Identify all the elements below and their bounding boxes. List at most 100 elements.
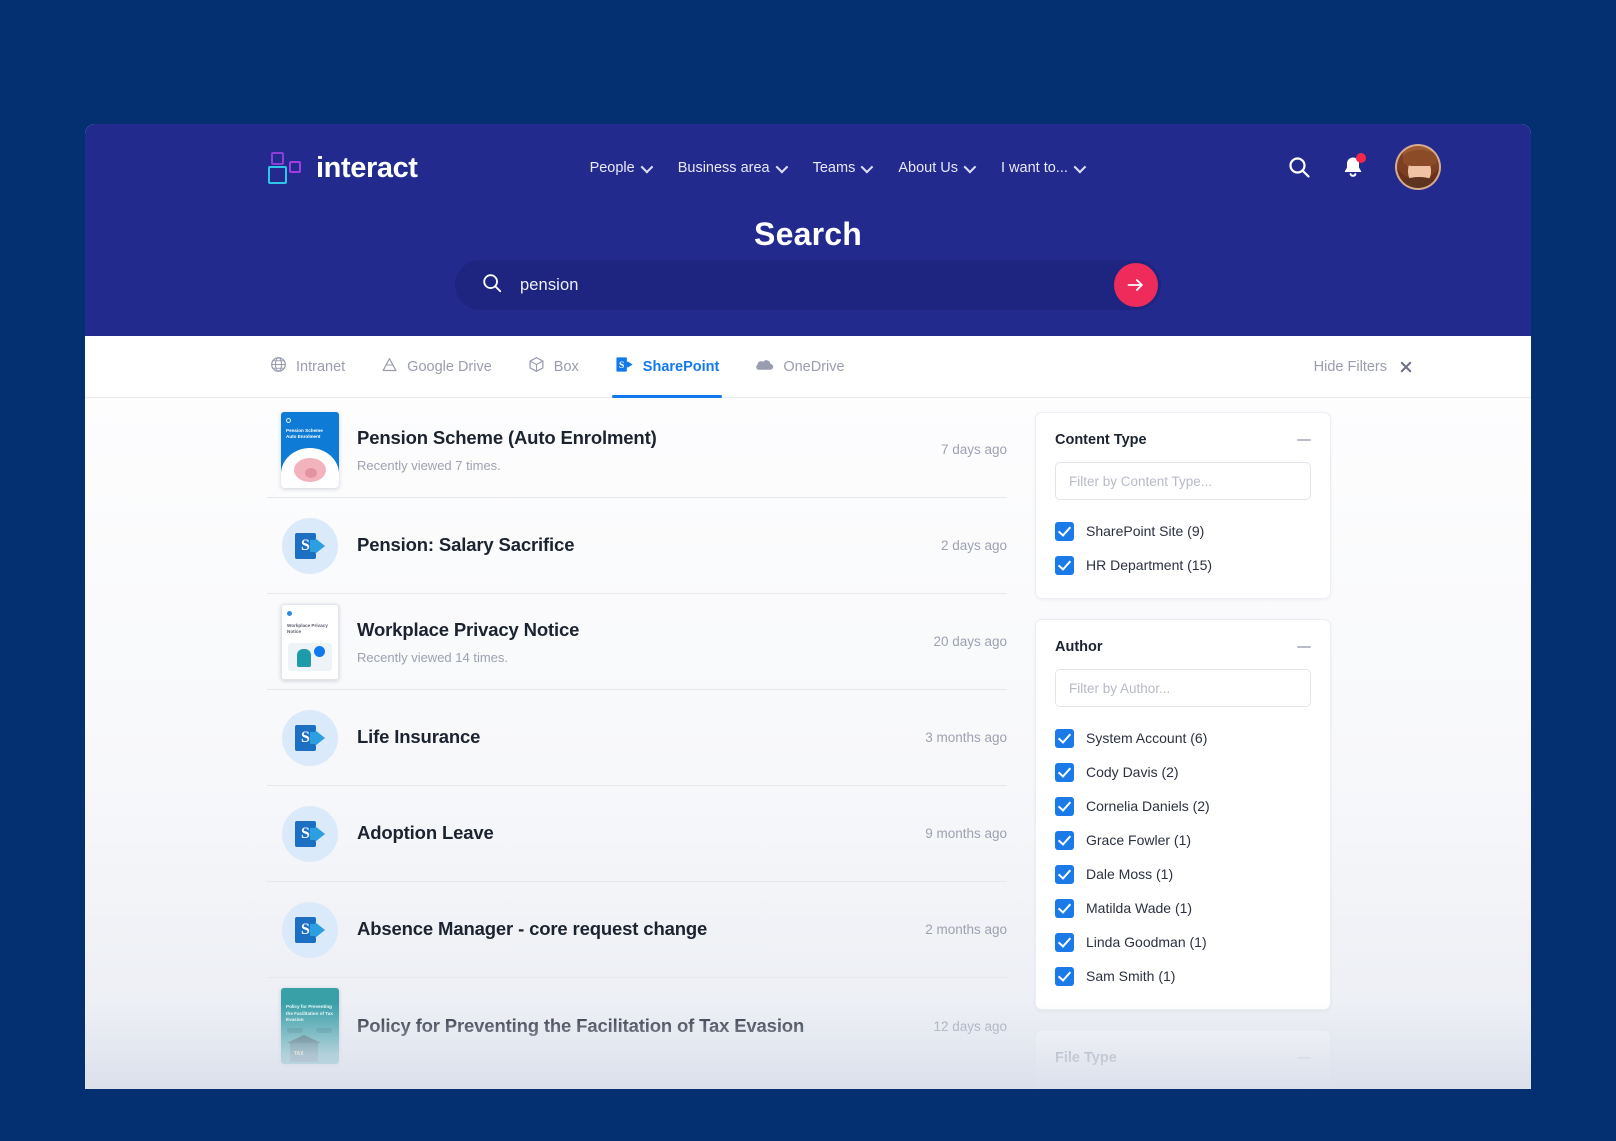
sharepoint-icon: S — [282, 709, 338, 766]
nav-item-label: Business area — [677, 160, 770, 176]
collapse-minus-icon[interactable] — [1297, 439, 1311, 441]
result-content: Pension: Salary Sacrifice — [353, 533, 927, 557]
filter-option-label: Sam Smith (1) — [1086, 968, 1176, 984]
filter-card-file-type: File Type — [1035, 1030, 1331, 1089]
filter-file-type-input[interactable] — [1055, 1080, 1311, 1089]
nav-item-people[interactable]: People — [590, 160, 653, 176]
brand-logo[interactable]: interact — [268, 152, 418, 185]
result-item[interactable]: S Absence Manager - core request change … — [267, 882, 1007, 978]
filter-option[interactable]: Cody Davis (2) — [1055, 755, 1311, 789]
result-thumbnail: S — [267, 709, 353, 766]
result-title: Pension Scheme (Auto Enrolment) — [357, 427, 657, 449]
collapse-minus-icon[interactable] — [1297, 1057, 1311, 1059]
results-list: Pension Scheme Auto Enrolment Pension Sc… — [267, 398, 1007, 1089]
tab-label: OneDrive — [783, 358, 845, 375]
filter-option[interactable]: SharePoint Site (9) — [1055, 514, 1311, 548]
filter-option-label: Linda Goodman (1) — [1086, 934, 1207, 950]
checkbox-checked-icon[interactable] — [1055, 830, 1074, 850]
globe-icon — [270, 356, 287, 377]
result-item[interactable]: Pension Scheme Auto Enrolment Pension Sc… — [267, 402, 1007, 498]
search-input-icon — [481, 272, 503, 299]
filter-option-label: SharePoint Site (9) — [1086, 523, 1205, 539]
filter-title: File Type — [1055, 1050, 1117, 1066]
nav-item-label: Teams — [812, 160, 856, 176]
result-content: Absence Manager - core request change — [353, 917, 911, 941]
filter-options: System Account (6) Cody Davis (2) Cornel… — [1055, 721, 1311, 993]
interact-logo-icon — [268, 152, 302, 184]
checkbox-checked-icon[interactable] — [1055, 796, 1074, 816]
result-date: 3 months ago — [925, 730, 1007, 745]
sharepoint-icon: S — [282, 901, 338, 958]
user-avatar[interactable] — [1395, 144, 1441, 190]
checkbox-checked-icon[interactable] — [1055, 932, 1074, 952]
main-navigation: People Business area Teams About Us I wa… — [590, 160, 1087, 176]
notifications-bell-icon[interactable] — [1341, 152, 1366, 180]
filter-option[interactable]: Grace Fowler (1) — [1055, 823, 1311, 857]
page-title: Search — [754, 216, 862, 252]
search-input-value[interactable]: pension — [520, 276, 579, 295]
tab-label: Google Drive — [407, 358, 492, 375]
filter-option[interactable]: Sam Smith (1) — [1055, 959, 1311, 993]
collapse-minus-icon[interactable] — [1297, 646, 1311, 648]
result-thumbnail: S — [267, 517, 353, 574]
nav-item-teams[interactable]: Teams — [812, 160, 874, 176]
chevron-down-icon — [860, 160, 874, 173]
tab-intranet[interactable]: Intranet — [267, 336, 348, 397]
nav-item-label: About Us — [898, 160, 958, 176]
privacy-illustration — [288, 642, 332, 671]
onedrive-icon — [755, 358, 774, 376]
checkbox-checked-icon[interactable] — [1055, 898, 1074, 918]
search-submit-button[interactable] — [1114, 263, 1158, 307]
checkbox-checked-icon[interactable] — [1055, 762, 1074, 782]
filter-option[interactable]: Cornelia Daniels (2) — [1055, 789, 1311, 823]
chevron-down-icon — [1073, 160, 1087, 173]
result-date: 20 days ago — [933, 634, 1007, 649]
close-icon — [1399, 360, 1413, 374]
filter-author-input[interactable] — [1055, 669, 1311, 707]
result-item[interactable]: S Life Insurance 3 months ago — [267, 690, 1007, 786]
filter-option-label: Cornelia Daniels (2) — [1086, 798, 1210, 814]
hide-filters-button[interactable]: Hide Filters — [1314, 359, 1413, 375]
result-date: 2 days ago — [940, 538, 1007, 553]
thumbnail-text: Policy for Preventing the Facilitation o… — [286, 1004, 333, 1023]
checkbox-checked-icon[interactable] — [1055, 728, 1074, 748]
search-results-body: Pension Scheme Auto Enrolment Pension Sc… — [85, 398, 1531, 1089]
result-item[interactable]: S Adoption Leave 9 months ago — [267, 786, 1007, 882]
tab-label: SharePoint — [642, 358, 720, 375]
tab-box[interactable]: Box — [525, 336, 582, 397]
checkbox-checked-icon[interactable] — [1055, 521, 1074, 541]
tab-label: Box — [553, 358, 579, 375]
filter-option[interactable]: Matilda Wade (1) — [1055, 891, 1311, 925]
filter-option[interactable]: HR Department (15) — [1055, 548, 1311, 582]
filter-option-label: Cody Davis (2) — [1086, 764, 1179, 780]
checkbox-checked-icon[interactable] — [1055, 966, 1074, 986]
search-icon[interactable] — [1287, 155, 1311, 179]
search-input-container[interactable]: pension — [455, 260, 1161, 310]
result-title: Absence Manager - core request change — [357, 918, 708, 940]
filter-option[interactable]: System Account (6) — [1055, 721, 1311, 755]
result-item[interactable]: S Pension: Salary Sacrifice 2 days ago — [267, 498, 1007, 594]
filter-content-type-input[interactable] — [1055, 462, 1311, 500]
brand-name: interact — [316, 151, 418, 184]
result-thumbnail: Workplace Privacy Notice — [267, 603, 353, 680]
filter-option[interactable]: Linda Goodman (1) — [1055, 925, 1311, 959]
result-date: 2 months ago — [925, 922, 1007, 937]
result-date: 7 days ago — [940, 442, 1007, 457]
tab-onedrive[interactable]: OneDrive — [752, 336, 847, 397]
sharepoint-icon: S — [282, 805, 338, 862]
filters-panel: Content Type SharePoint Site (9) HR Depa… — [1035, 398, 1331, 1089]
checkbox-checked-icon[interactable] — [1055, 864, 1074, 884]
document-thumbnail-icon: Pension Scheme Auto Enrolment — [281, 411, 339, 488]
tab-google-drive[interactable]: Google Drive — [378, 336, 495, 397]
result-item[interactable]: Policy for Preventing the Facilitation o… — [267, 978, 1007, 1074]
nav-item-about-us[interactable]: About Us — [898, 160, 977, 176]
nav-item-i-want-to[interactable]: I want to... — [1001, 160, 1087, 176]
filter-option[interactable]: Dale Moss (1) — [1055, 857, 1311, 891]
result-content: Policy for Preventing the Facilitation o… — [353, 1014, 919, 1038]
google-drive-icon — [381, 357, 398, 377]
nav-item-business-area[interactable]: Business area — [677, 160, 788, 176]
result-item[interactable]: Workplace Privacy Notice Workplace Priva… — [267, 594, 1007, 690]
checkbox-checked-icon[interactable] — [1055, 555, 1074, 575]
result-title: Workplace Privacy Notice — [357, 619, 580, 641]
tab-sharepoint[interactable]: S SharePoint — [611, 336, 723, 398]
